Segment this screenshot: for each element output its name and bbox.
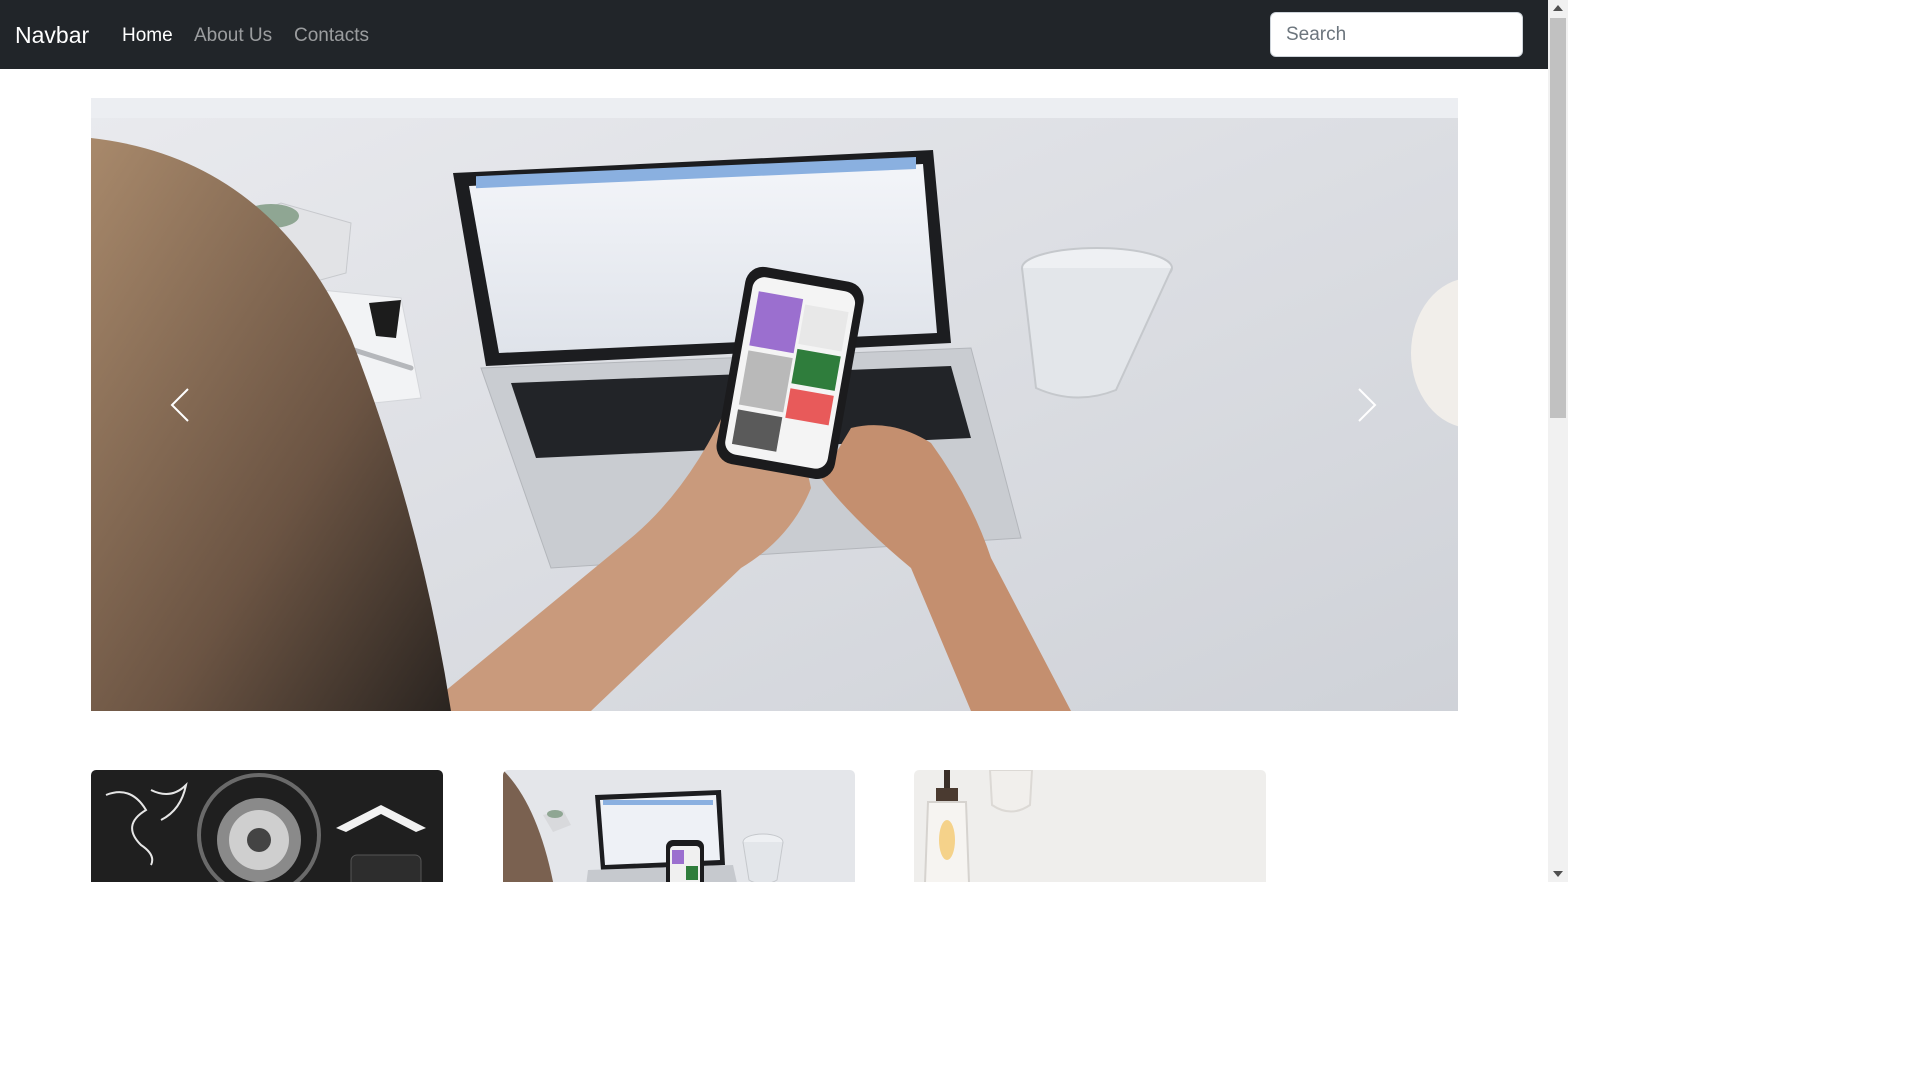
- scrollbar-thumb[interactable]: [1550, 18, 1566, 418]
- image-carousel: [91, 98, 1458, 711]
- carousel-slide-image: [91, 98, 1458, 711]
- search-input[interactable]: [1270, 12, 1523, 57]
- nav-link-about-us[interactable]: About Us: [194, 24, 272, 48]
- carousel-prev-button[interactable]: [91, 98, 271, 711]
- card-image: [91, 770, 443, 882]
- card-3[interactable]: [914, 770, 1266, 882]
- carousel-next-button[interactable]: [1278, 98, 1458, 711]
- card-1[interactable]: [91, 770, 443, 882]
- navbar: Navbar Home About Us Contacts: [0, 0, 1548, 69]
- nav-link-contacts[interactable]: Contacts: [294, 24, 369, 48]
- chevron-left-icon: [170, 388, 189, 422]
- chevron-right-icon: [1358, 388, 1377, 422]
- card-image: [503, 770, 855, 882]
- scroll-up-arrow-icon[interactable]: [1548, 0, 1568, 17]
- page-scrollbar[interactable]: [1548, 0, 1568, 882]
- card-2[interactable]: [503, 770, 855, 882]
- page: Navbar Home About Us Contacts: [0, 0, 1568, 882]
- scroll-down-arrow-icon[interactable]: [1548, 865, 1568, 882]
- card-image: [914, 770, 1266, 882]
- navbar-brand[interactable]: Navbar: [15, 20, 89, 50]
- nav-link-home[interactable]: Home: [122, 24, 173, 48]
